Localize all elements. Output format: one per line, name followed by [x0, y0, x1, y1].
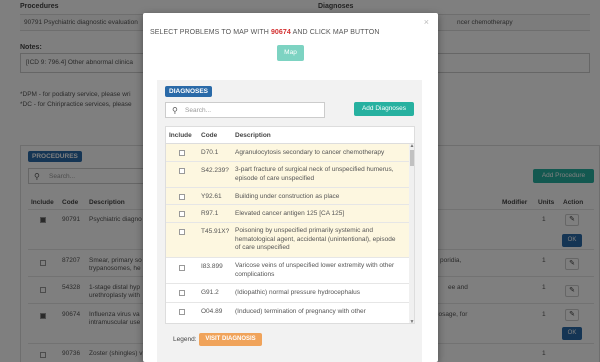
col-description: Description	[235, 132, 271, 139]
diagnoses-badge: DIAGNOSES	[165, 86, 213, 97]
diagnosis-code: D70.1	[201, 149, 219, 156]
diagnosis-code: S42.239?	[201, 167, 229, 174]
diagnosis-row[interactable]: G91.2 (Idiopathic) normal pressure hydro…	[166, 284, 409, 303]
col-include: Include	[169, 132, 192, 139]
search-icon: ⚲	[172, 106, 178, 115]
description-line: hematological agent, accidental (uninten…	[235, 235, 396, 243]
diagnoses-search-input[interactable]	[185, 105, 315, 116]
diagnoses-search: ⚲	[165, 102, 325, 118]
diagnosis-code: O04.89	[201, 308, 223, 315]
diagnosis-row[interactable]: D70.1 Agranulocytosis secondary to cance…	[166, 144, 409, 162]
description-line: (Induced) termination of pregnancy with …	[235, 308, 366, 315]
diagnosis-row[interactable]: S42.239? 3-part fracture of surgical nec…	[166, 162, 409, 188]
include-checkbox[interactable]	[179, 168, 185, 174]
legend-label: Legend:	[173, 336, 197, 343]
col-code: Code	[201, 132, 218, 139]
diagnosis-code: T45.91X?	[201, 228, 230, 235]
description-line: (Idiopathic) normal pressure hydrocephal…	[235, 289, 361, 296]
scroll-down-icon[interactable]: ▼	[409, 320, 414, 324]
scroll-up-icon[interactable]: ▲	[409, 144, 414, 149]
include-checkbox[interactable]	[179, 150, 185, 156]
diagnosis-description: (Idiopathic) normal pressure hydrocephal…	[235, 289, 403, 298]
include-checkbox[interactable]	[179, 194, 185, 200]
diagnosis-code: R97.1	[201, 210, 219, 217]
diagnosis-row[interactable]: Y92.61 Building under construction as pl…	[166, 188, 409, 205]
diagnoses-scrollbar[interactable]: ▲ ▼	[409, 144, 414, 324]
include-checkbox[interactable]	[179, 265, 185, 271]
title-prefix: SELECT PROBLEMS TO MAP WITH	[150, 29, 269, 36]
diagnosis-row[interactable]: I83.899 Varicose veins of unspecified lo…	[166, 258, 409, 284]
description-line: Elevated cancer antigen 125 [CA 125]	[235, 210, 345, 217]
diagnosis-row[interactable]: T45.91X? Poisoning by unspecified primar…	[166, 223, 409, 258]
visit-diagnosis-legend-badge: VISIT DIAGNOSIS	[199, 333, 262, 346]
diagnosis-description: Poisoning by unspecified primarily syste…	[235, 227, 403, 253]
diagnosis-description: 3-part fracture of surgical neck of unsp…	[235, 166, 403, 183]
diagnosis-description: Building under construction as place	[235, 193, 403, 202]
description-line: episode of care unspecified	[235, 174, 315, 182]
diagnoses-table-header: Include Code Description	[166, 127, 414, 144]
close-icon[interactable]: ×	[424, 17, 429, 27]
modal-title: SELECT PROBLEMS TO MAP WITH 90674 AND CL…	[150, 29, 380, 36]
description-line: Varicose veins of unspecified lower extr…	[235, 262, 395, 269]
description-line: 3-part fracture of surgical neck of unsp…	[235, 166, 394, 173]
map-problems-modal: SELECT PROBLEMS TO MAP WITH 90674 AND CL…	[143, 13, 438, 362]
map-button[interactable]: Map	[277, 45, 304, 61]
diagnosis-description: (Induced) termination of pregnancy with …	[235, 308, 403, 317]
include-checkbox[interactable]	[179, 309, 185, 315]
scroll-thumb[interactable]	[409, 150, 414, 166]
procedure-code-highlight: 90674	[270, 29, 291, 36]
diagnosis-code: Y92.61	[201, 193, 222, 200]
include-checkbox[interactable]	[179, 211, 185, 217]
include-checkbox[interactable]	[179, 290, 185, 296]
diagnosis-description: Varicose veins of unspecified lower extr…	[235, 262, 403, 279]
description-line: Poisoning by unspecified primarily syste…	[235, 227, 374, 234]
diagnoses-table: Include Code Description D70.1 Agranuloc…	[165, 126, 415, 324]
add-diagnoses-button[interactable]: Add Diagnoses	[354, 102, 414, 116]
description-line: of care unspecified	[235, 244, 290, 251]
diagnosis-row[interactable]: R97.1 Elevated cancer antigen 125 [CA 12…	[166, 205, 409, 223]
description-line: Building under construction as place	[235, 193, 340, 200]
diagnosis-code: I83.899	[201, 263, 223, 270]
diagnosis-row[interactable]: O04.89 (Induced) termination of pregnanc…	[166, 303, 409, 323]
description-line: complications	[235, 270, 275, 278]
title-suffix: AND CLICK MAP BUTTON	[292, 29, 380, 36]
diagnosis-code: G91.2	[201, 289, 219, 296]
description-line: Agranulocytosis secondary to cancer chem…	[235, 149, 385, 156]
diagnosis-description: Agranulocytosis secondary to cancer chem…	[235, 149, 403, 158]
diagnosis-description: Elevated cancer antigen 125 [CA 125]	[235, 210, 403, 219]
include-checkbox[interactable]	[179, 229, 185, 235]
